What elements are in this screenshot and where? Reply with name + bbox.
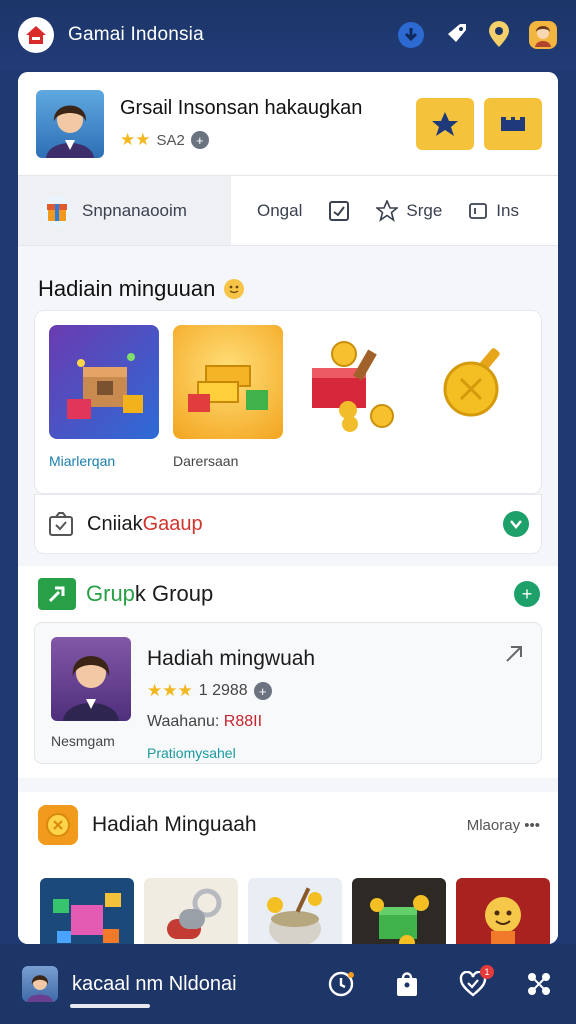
rewards-box: Miarlerqan Darersaan: [34, 310, 542, 494]
reward-item[interactable]: Darersaan: [173, 325, 283, 469]
weekly-item-mascot-image[interactable]: [456, 878, 550, 944]
notification-badge: 1: [480, 965, 494, 979]
add-icon[interactable]: +: [253, 682, 272, 700]
member-status-prefix: Waahanu:: [147, 713, 220, 730]
tab-label: Ins: [496, 200, 519, 220]
reward-gold-bars-image: [173, 325, 283, 439]
gallery-icon: [501, 114, 525, 131]
reward-caption: Darersaan: [173, 453, 239, 469]
member-stars: ★★★: [147, 681, 193, 700]
chat-group-row[interactable]: CniiakGaaup: [34, 494, 542, 554]
reward-item[interactable]: [297, 325, 407, 469]
member-count: 1 2988: [198, 682, 248, 699]
bag-icon[interactable]: [392, 969, 422, 999]
top-app-bar: Gamai Indonsia: [0, 0, 576, 70]
rewards-title: Hadiain minguuan: [18, 246, 558, 310]
tab-srge[interactable]: Srge: [350, 176, 442, 245]
tab-label: Srge: [406, 200, 443, 220]
gift-box-icon: [42, 195, 72, 226]
reward-treasure-chest-image: [297, 325, 407, 439]
tab-ins[interactable]: Ins: [442, 176, 519, 245]
add-icon[interactable]: +: [190, 131, 209, 149]
chat-group-label-part2: Gaaup: [142, 512, 203, 535]
reward-crate-image: [49, 325, 159, 439]
profile-name: Grsail Insonsan hakaugkan: [120, 97, 363, 119]
tab-active[interactable]: Snpnanaooim: [18, 176, 231, 245]
star-outline-icon: [376, 199, 399, 222]
weekly-item-key-image[interactable]: [144, 878, 238, 944]
rocket-icon[interactable]: [440, 20, 470, 50]
add-group-button[interactable]: +: [514, 581, 540, 607]
profile-icon[interactable]: [528, 20, 558, 50]
reward-item[interactable]: [421, 325, 531, 469]
member-status-value: R88II: [223, 713, 263, 730]
bottom-nav-bar: kacaal nm Nldonai 1: [0, 944, 576, 1024]
network-icon[interactable]: [524, 969, 554, 999]
tab-ongal[interactable]: Ongal: [231, 176, 302, 245]
weekly-rewards-section: Hadiah Minguaah Mlaoray •••: [18, 792, 558, 944]
bottom-label: kacaal nm Nldonai: [72, 972, 237, 995]
reward-item[interactable]: Miarlerqan: [49, 325, 159, 469]
user-avatar[interactable]: [22, 966, 58, 1002]
app-logo-icon[interactable]: [18, 17, 54, 53]
profile-header: Grsail Insonsan hakaugkan ★★ SA2 +: [18, 72, 558, 176]
weekly-item-treasure-image[interactable]: [352, 878, 446, 944]
gallery-button[interactable]: [484, 97, 542, 150]
favorite-button[interactable]: [416, 97, 474, 150]
checkbox-icon: [329, 200, 350, 221]
main-card: Grsail Insonsan hakaugkan ★★ SA2 + Snpna…: [18, 72, 558, 944]
weekly-item-cubes-image[interactable]: [40, 878, 134, 944]
reward-caption: Miarlerqan: [49, 453, 116, 469]
tab-label: Ongal: [257, 200, 303, 220]
star-icon: [432, 111, 458, 136]
group-icon: [38, 578, 76, 610]
member-status: Waahanu: R88II: [147, 713, 503, 731]
weekly-title: Hadiah Minguaah: [92, 813, 257, 836]
profile-avatar[interactable]: [36, 89, 104, 158]
smile-icon: [224, 279, 245, 299]
tab-bar: Snpnanaooim Ongal Srge Ins: [18, 176, 558, 246]
chevron-down-icon[interactable]: [503, 511, 529, 537]
heart-check-icon[interactable]: 1: [458, 965, 494, 999]
profile-level: SA2: [156, 131, 185, 149]
chat-group-label-part1: Cniiak: [87, 512, 143, 535]
home-indicator: [70, 1004, 150, 1008]
member-foot-right[interactable]: Pratiomysahel: [147, 745, 503, 761]
member-avatar[interactable]: [51, 637, 131, 721]
coin-badge-icon: [38, 805, 78, 845]
tab-check[interactable]: [302, 176, 350, 245]
more-link[interactable]: Mlaoray •••: [467, 817, 540, 834]
tab-active-label: Snpnanaooim: [82, 200, 187, 220]
group-label: Grupk Group: [86, 581, 514, 607]
member-foot-left: Nesmgam: [51, 733, 115, 749]
reward-gold-coin-image: [421, 325, 531, 439]
member-card[interactable]: Nesmgam Hadiah mingwuah ★★★ 1 2988 + Waa…: [34, 622, 542, 764]
member-name: Hadiah mingwuah: [147, 647, 316, 670]
weekly-item-pot-image[interactable]: [248, 878, 342, 944]
group-label-part1: Grup: [86, 581, 135, 606]
rewards-title-text: Hadiain minguuan: [38, 276, 216, 301]
chat-group-label: CniiakGaaup: [87, 513, 503, 536]
group-section: Grupk Group + Nesmgam Hadiah mingwuah ★★…: [18, 566, 558, 778]
group-label-part2: k Group: [134, 581, 214, 606]
app-title: Gamai Indonsia: [68, 24, 204, 45]
notification-icon[interactable]: [396, 20, 426, 50]
rating-stars: ★★: [120, 130, 151, 149]
card-icon: [469, 202, 488, 219]
clock-icon[interactable]: [326, 969, 356, 999]
chevron-right-icon[interactable]: [503, 643, 525, 665]
bag-icon: [49, 512, 73, 536]
location-icon[interactable]: [484, 20, 514, 50]
